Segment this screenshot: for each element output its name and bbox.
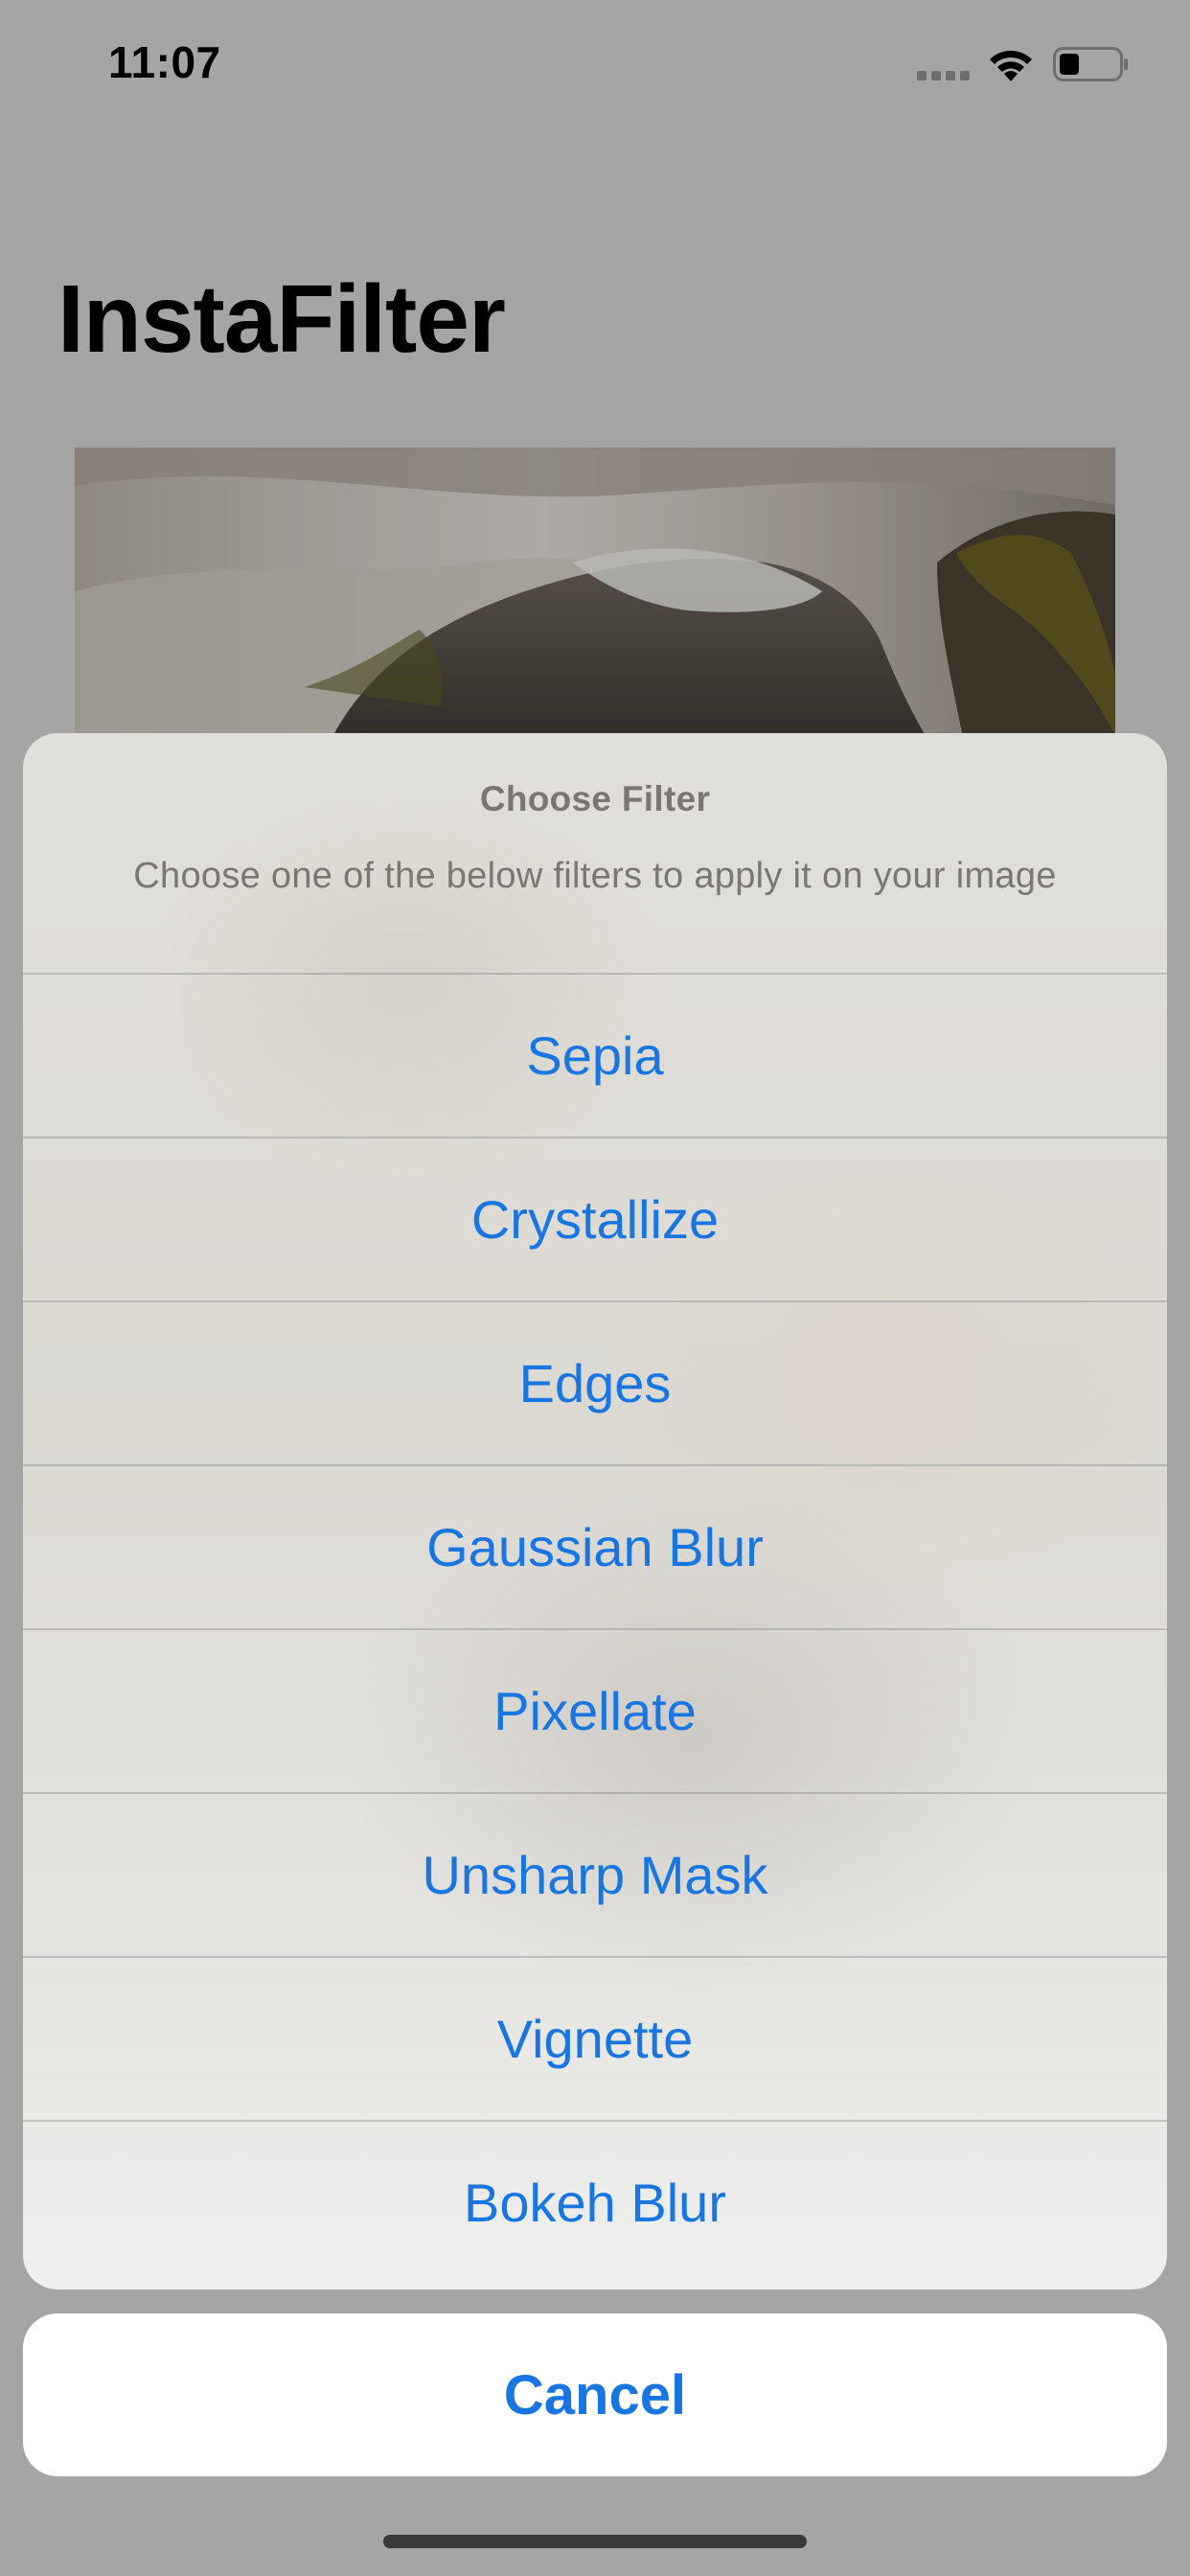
cancel-button[interactable]: Cancel: [23, 2313, 1167, 2476]
option-edges[interactable]: Edges: [23, 1300, 1167, 1464]
action-sheet: Choose Filter Choose one of the below fi…: [23, 733, 1167, 2289]
option-gaussian-blur[interactable]: Gaussian Blur: [23, 1464, 1167, 1628]
action-sheet-header: Choose Filter Choose one of the below fi…: [23, 733, 1167, 973]
action-sheet-title: Choose Filter: [479, 779, 711, 818]
option-vignette[interactable]: Vignette: [23, 1956, 1167, 2120]
action-sheet-options: Sepia Crystallize Edges Gaussian Blur Pi…: [23, 973, 1167, 2284]
home-indicator[interactable]: [383, 2535, 807, 2548]
option-unsharp-mask[interactable]: Unsharp Mask: [23, 1792, 1167, 1956]
option-sepia[interactable]: Sepia: [23, 973, 1167, 1137]
option-bokeh-blur[interactable]: Bokeh Blur: [23, 2120, 1167, 2284]
action-sheet-message: Choose one of the below filters to apply…: [133, 856, 1057, 896]
option-crystallize[interactable]: Crystallize: [23, 1137, 1167, 1300]
option-pixellate[interactable]: Pixellate: [23, 1628, 1167, 1792]
